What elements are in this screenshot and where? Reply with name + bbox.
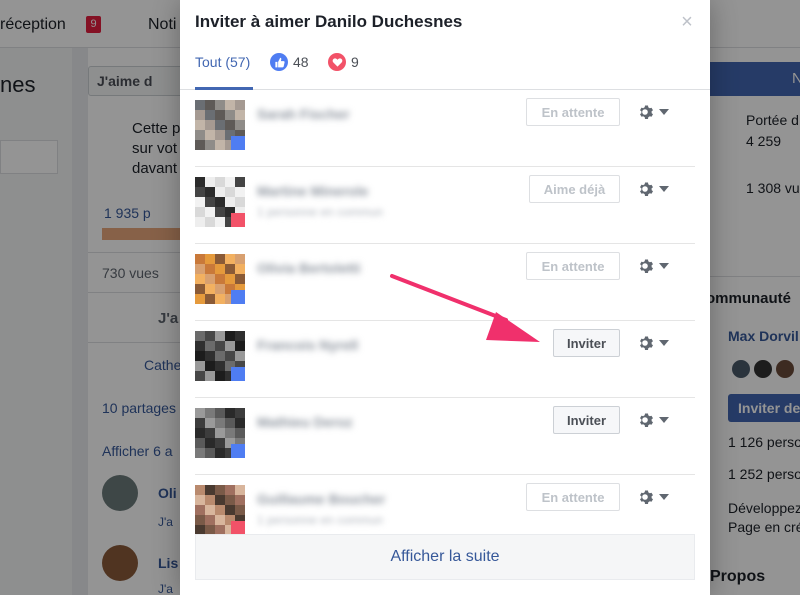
love-icon (231, 213, 245, 227)
like-icon (231, 367, 245, 381)
avatar[interactable] (195, 331, 245, 381)
friend-name[interactable]: Sarah Fischer (257, 106, 350, 122)
love-icon (231, 521, 245, 535)
chevron-down-icon[interactable] (659, 494, 669, 500)
invite-dialog: Inviter à aimer Danilo Duchesnes × Tout … (180, 0, 710, 595)
dialog-title: Inviter à aimer Danilo Duchesnes (195, 12, 463, 31)
friend-row: Mathieu Deroz Inviter (195, 398, 695, 475)
friend-name[interactable]: Guillaume Boucher (257, 491, 385, 507)
close-icon[interactable]: × (677, 12, 697, 32)
friend-subtitle: 1 personne en commun (257, 205, 384, 219)
chevron-down-icon[interactable] (659, 186, 669, 192)
tab-love[interactable]: 9 (328, 53, 359, 90)
like-icon (231, 290, 245, 304)
like-icon (231, 136, 245, 150)
chevron-down-icon[interactable] (659, 109, 669, 115)
tab-label: 9 (351, 54, 359, 70)
chevron-down-icon[interactable] (659, 263, 669, 269)
gear-icon[interactable] (637, 102, 677, 122)
tab-label: 48 (293, 54, 309, 70)
friend-row: Sarah Fischer En attente (195, 90, 695, 167)
like-icon (231, 444, 245, 458)
gear-icon[interactable] (637, 179, 677, 199)
tab-all[interactable]: Tout (57) (195, 54, 254, 90)
friend-name[interactable]: Mathieu Deroz (257, 414, 353, 430)
friend-row: Olivia Bertoletti En attente (195, 244, 695, 321)
gear-icon[interactable] (637, 487, 677, 507)
like-icon (270, 53, 288, 71)
friend-name[interactable]: Francois Nyrell (257, 337, 358, 353)
show-more-button[interactable]: Afficher la suite (195, 534, 695, 580)
friend-subtitle: 1 personne en commun (257, 513, 384, 527)
invite-status-button[interactable]: En attente (526, 483, 620, 511)
friend-name[interactable]: Martine Minerole (257, 183, 368, 199)
avatar[interactable] (195, 254, 245, 304)
friend-row: Martine Minerole 1 personne en commun Aime… (195, 167, 695, 244)
invite-button[interactable]: Inviter (553, 329, 620, 357)
chevron-down-icon[interactable] (659, 417, 669, 423)
invite-status-button[interactable]: En attente (526, 98, 620, 126)
gear-icon[interactable] (637, 256, 677, 276)
chevron-down-icon[interactable] (659, 340, 669, 346)
gear-icon[interactable] (637, 410, 677, 430)
tab-like[interactable]: 48 (270, 53, 309, 90)
gear-icon[interactable] (637, 333, 677, 353)
invite-status-button[interactable]: Aime déjà (529, 175, 620, 203)
avatar[interactable] (195, 100, 245, 150)
avatar[interactable] (195, 408, 245, 458)
tab-label: Tout (57) (195, 54, 251, 70)
love-icon (328, 53, 346, 71)
friend-name[interactable]: Olivia Bertoletti (257, 260, 360, 276)
reaction-tabs: Tout (57) 48 9 (180, 44, 710, 90)
avatar[interactable] (195, 177, 245, 227)
avatar[interactable] (195, 485, 245, 535)
friend-row: Francois Nyrell Inviter (195, 321, 695, 398)
invite-button[interactable]: Inviter (553, 406, 620, 434)
invite-status-button[interactable]: En attente (526, 252, 620, 280)
